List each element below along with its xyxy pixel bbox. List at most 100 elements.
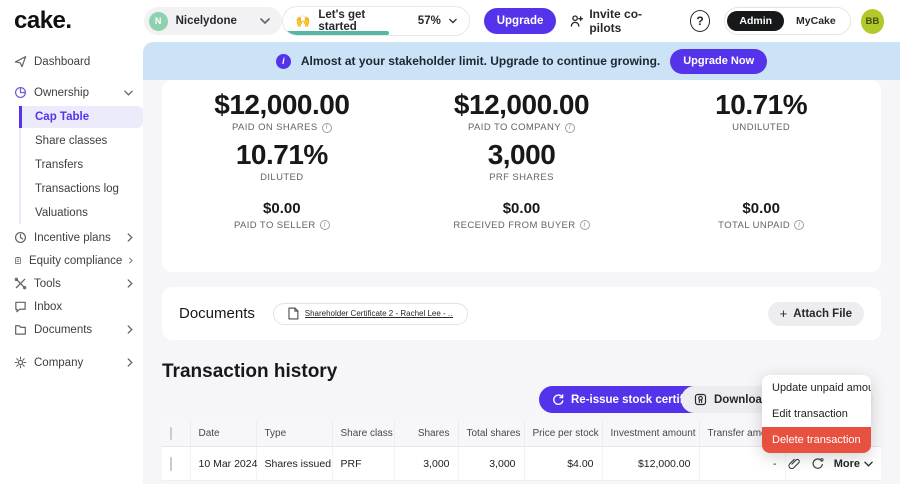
chevron-right-icon (127, 325, 133, 334)
documents-title: Documents (179, 305, 255, 322)
menu-edit-transaction[interactable]: Edit transaction (762, 401, 871, 427)
info-icon[interactable]: i (580, 220, 590, 230)
tools-icon (14, 277, 27, 290)
row-checkbox[interactable] (170, 457, 172, 471)
sidebar-item-valuations[interactable]: Valuations (21, 202, 143, 224)
chevron-down-icon (124, 90, 133, 96)
certificate-icon (694, 393, 707, 406)
main-content: i Almost at your stakeholder limit. Upgr… (143, 42, 900, 484)
stat-paid-to-seller: $0.00 Paid to selleri (162, 199, 402, 231)
stat-paid-on-shares: $12,000.00 Paid on sharesi (162, 89, 402, 133)
sidebar-item-inbox[interactable]: Inbox (0, 295, 143, 318)
chevron-right-icon (127, 279, 133, 288)
select-all-checkbox[interactable] (170, 427, 172, 440)
send-icon (14, 55, 27, 68)
sidebar-item-incentive-plans[interactable]: Incentive plans (0, 226, 143, 249)
refresh-icon (552, 394, 564, 406)
more-button[interactable]: More (834, 458, 873, 470)
user-avatar[interactable]: BB (861, 9, 884, 34)
onboarding-percent: 57% (418, 15, 441, 27)
attachment-icon[interactable] (788, 457, 801, 470)
menu-update-unpaid-amount[interactable]: Update unpaid amount (762, 375, 871, 401)
upgrade-now-button[interactable]: Upgrade Now (670, 49, 767, 74)
cell-share-class: PRF (332, 447, 394, 481)
col-type: Type (256, 421, 332, 447)
person-plus-icon (570, 14, 583, 28)
invite-label: Invite co-pilots (589, 7, 667, 35)
onboarding-label: Let's get started (318, 9, 395, 33)
onboarding-progress[interactable]: 🙌 Let's get started 57% (282, 6, 469, 36)
banner-text: Almost at your stakeholder limit. Upgrad… (301, 54, 660, 68)
ownership-submenu: Cap Table Share classes Transfers Transa… (19, 106, 143, 224)
reissue-certificate-icon[interactable] (811, 457, 824, 470)
sidebar-item-transactions-log[interactable]: Transactions log (21, 178, 143, 200)
info-icon[interactable]: i (322, 123, 332, 133)
clock-icon (14, 231, 27, 244)
col-price-per-stock: Price per stock (524, 421, 602, 447)
toggle-admin[interactable]: Admin (727, 11, 784, 31)
documents-card: Documents Shareholder Certificate 2 - Ra… (162, 287, 881, 340)
clipboard-icon (14, 254, 22, 267)
sidebar-item-transfers[interactable]: Transfers (21, 154, 143, 176)
company-name: Nicelydone (176, 15, 253, 27)
sidebar-item-documents[interactable]: Documents (0, 318, 143, 341)
document-file-link[interactable]: Shareholder Certificate 2 - Rachel Lee -… (305, 309, 453, 318)
cell-investment-amount: $12,000.00 (602, 447, 699, 481)
chevron-right-icon (127, 233, 133, 242)
col-share-class: Share class (332, 421, 394, 447)
sidebar-item-company[interactable]: Company (0, 351, 143, 374)
chevron-right-icon (127, 358, 133, 367)
top-bar: cake. N Nicelydone 🙌 Let's get started 5… (0, 0, 900, 42)
cell-shares: 3,000 (394, 447, 458, 481)
info-icon[interactable]: i (565, 123, 575, 133)
document-file-pill[interactable]: Shareholder Certificate 2 - Rachel Lee -… (273, 303, 468, 325)
company-avatar: N (149, 12, 168, 31)
onboarding-progress-bar (283, 31, 389, 35)
stakeholder-limit-banner: i Almost at your stakeholder limit. Upgr… (143, 42, 900, 80)
info-icon[interactable]: i (320, 220, 330, 230)
folder-icon (14, 323, 27, 336)
stat-paid-to-company: $12,000.00 Paid to companyi (402, 89, 642, 133)
cell-total-shares: 3,000 (458, 447, 524, 481)
stat-prf-shares: 3,000 PRF Shares (402, 139, 642, 183)
sidebar-item-dashboard[interactable]: Dashboard (0, 50, 143, 73)
toggle-mycake[interactable]: MyCake (784, 11, 848, 31)
cake-logo: cake. (14, 7, 72, 35)
cell-type: Shares issued (256, 447, 332, 481)
row-context-menu: Update unpaid amount Edit transaction De… (762, 375, 871, 453)
chevron-down-icon (449, 18, 457, 24)
sidebar-item-cap-table[interactable]: Cap Table (19, 106, 143, 128)
sidebar: Dashboard Ownership Cap Table Share clas… (0, 42, 143, 484)
invite-copilots-button[interactable]: Invite co-pilots (570, 7, 667, 35)
chevron-down-icon (864, 461, 873, 467)
transaction-summary-card: $12,000.00 Paid on sharesi $12,000.00 Pa… (162, 80, 881, 272)
sidebar-item-ownership[interactable]: Ownership (0, 81, 143, 104)
chevron-down-icon (260, 18, 270, 24)
document-icon (288, 307, 299, 320)
stat-diluted: 10.71% Diluted (162, 139, 402, 183)
celebrate-icon: 🙌 (295, 14, 310, 28)
stat-received-from-buyer: $0.00 Received from buyeri (402, 199, 642, 231)
upgrade-button[interactable]: Upgrade (484, 8, 557, 34)
pie-chart-icon (14, 86, 27, 99)
chevron-right-icon (129, 256, 133, 265)
sidebar-item-equity-compliance[interactable]: Equity compliance (0, 249, 143, 272)
info-icon[interactable]: i (794, 220, 804, 230)
sidebar-item-share-classes[interactable]: Share classes (21, 130, 143, 152)
stat-undiluted: 10.71% Undiluted (641, 89, 881, 133)
info-icon: i (276, 54, 291, 69)
chat-bubble-icon (14, 300, 27, 313)
plus-icon: + (780, 306, 788, 321)
company-selector[interactable]: N Nicelydone (144, 7, 283, 35)
attach-file-button[interactable]: + Attach File (768, 302, 864, 326)
col-investment-amount: Investment amount (602, 421, 699, 447)
sidebar-item-tools[interactable]: Tools (0, 272, 143, 295)
gear-icon (14, 356, 27, 369)
help-icon[interactable]: ? (690, 10, 711, 32)
cell-date: 10 Mar 2024 (190, 447, 256, 481)
menu-delete-transaction[interactable]: Delete transaction (762, 427, 871, 453)
stat-total-unpaid: $0.00 Total unpaidi (641, 199, 881, 231)
col-total-shares: Total shares (458, 421, 524, 447)
cell-price-per-stock: $4.00 (524, 447, 602, 481)
mode-toggle: Admin MyCake (724, 7, 850, 35)
